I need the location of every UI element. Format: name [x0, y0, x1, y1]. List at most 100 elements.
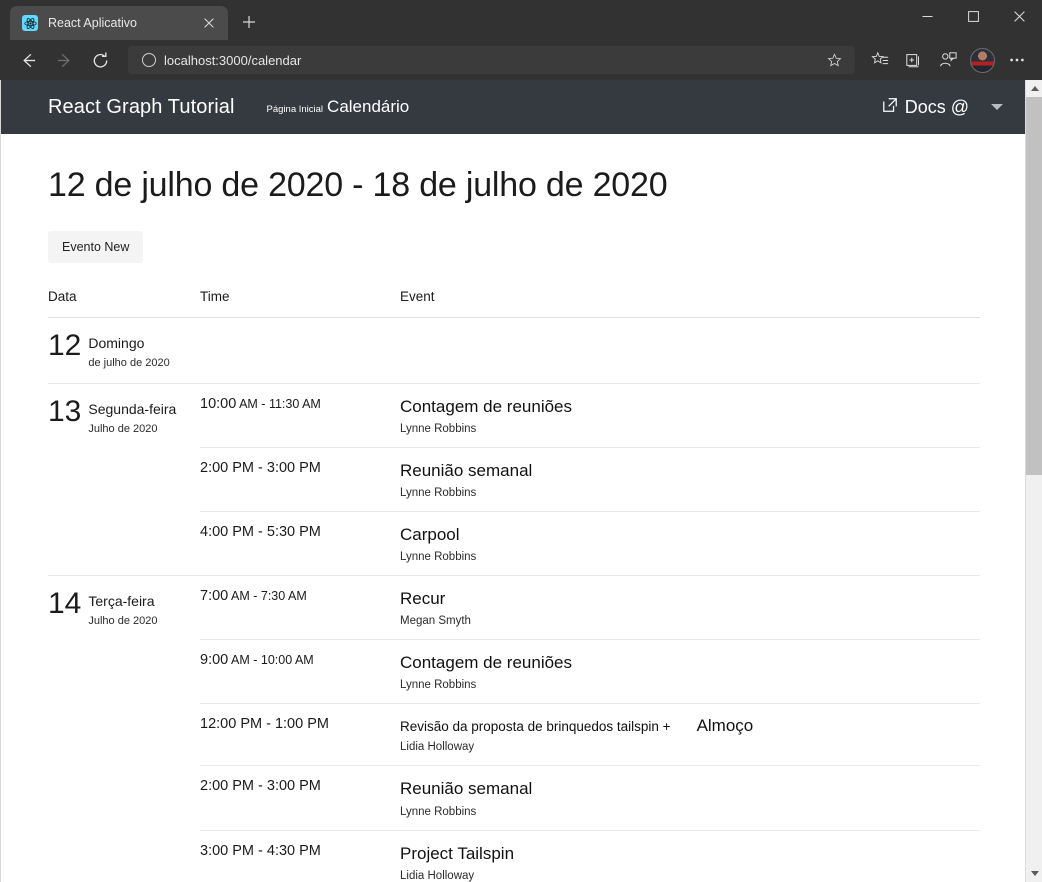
window-controls — [904, 0, 1042, 33]
event-time: 4:00 PM - 5:30 PM — [200, 524, 321, 541]
external-link-icon — [882, 97, 898, 118]
event-organizer: Lidia Holloway — [400, 741, 475, 754]
event-cell: Recur Megan Smyth — [400, 575, 980, 641]
event-organizer: Lynne Robbins — [400, 551, 477, 564]
app-navbar: React Graph Tutorial Página Inicial Cale… — [0, 80, 1025, 134]
url-text[interactable]: localhost:3000/calendar — [164, 53, 813, 68]
app-brand[interactable]: React Graph Tutorial — [48, 96, 235, 119]
collections-icon[interactable] — [897, 44, 931, 76]
page-title: 12 de julho de 2020 - 18 de julho de 202… — [48, 166, 668, 204]
forward-arrow-icon[interactable] — [46, 44, 82, 76]
time-cell: 2:00 PM - 3:00 PM — [200, 765, 400, 831]
event-cell: Project Tailspin Lidia Holloway — [400, 830, 980, 882]
time-cell: 12:00 PM - 1:00 PM — [200, 703, 400, 767]
date-cell: 13 Segunda-feira Julho de 2020 — [48, 383, 200, 577]
time-cell: 10:00 AM - 11:30 AM — [200, 383, 400, 449]
docs-label: Docs @ — [904, 96, 969, 117]
calendar-table: Data Time Event 12 Domingo de julho de 202… — [48, 289, 980, 882]
date-day-number: 12 — [48, 329, 82, 362]
event-cell: Reunião semanal Lynne Robbins — [400, 447, 980, 513]
date-cell: 14 Terça-feira Julho de 2020 — [48, 575, 200, 882]
close-icon[interactable] — [200, 14, 218, 32]
info-circle-icon[interactable] — [142, 53, 156, 67]
new-tab-button[interactable] — [234, 7, 264, 37]
time-cell: 7:00 AM - 7:30 AM — [200, 575, 400, 641]
time-cell: 9:00 AM - 10:00 AM — [200, 639, 400, 705]
date-weekday: Domingo — [88, 335, 145, 351]
event-subject: Reunião semanal — [400, 461, 533, 481]
tab-title: React Aplicativo — [48, 16, 137, 30]
maximize-button[interactable] — [950, 0, 996, 33]
date-month-year: Julho de 2020 — [88, 423, 158, 435]
time-cell: 4:00 PM - 5:30 PM — [200, 511, 400, 577]
app-nav-links: Página Inicial Calendário — [267, 97, 410, 117]
page-scrollbar[interactable] — [1025, 80, 1042, 882]
event-subject: Revisão da proposta de brinquedos tailsp… — [400, 719, 671, 735]
browser-window: React Aplicativo localhost:3000/calendar… — [0, 0, 1042, 882]
event-time: 2:00 PM - 3:00 PM — [200, 778, 321, 795]
event-cell — [400, 317, 980, 384]
browser-titlebar: React Aplicativo — [0, 0, 1042, 40]
nav-link-home[interactable]: Página Inicial — [267, 104, 324, 115]
event-subject: Recur — [400, 589, 446, 609]
table-body: 12 Domingo de julho de 2020 13 Segunda-feira… — [48, 317, 980, 882]
event-organizer: Megan Smyth — [400, 615, 471, 628]
event-organizer: Lynne Robbins — [400, 679, 477, 692]
star-add-icon[interactable] — [821, 47, 847, 73]
nav-link-calendar[interactable]: Calendário — [327, 97, 409, 117]
column-header-date: Data — [48, 289, 200, 318]
event-subject: Contagem de reuniões — [400, 397, 573, 416]
table-header: Data Time Event — [48, 289, 980, 318]
close-button[interactable] — [996, 0, 1042, 33]
date-month-year: Julho de 2020 — [88, 615, 158, 628]
event-cell: Revisão da proposta de brinquedos tailsp… — [400, 703, 980, 767]
event-time: 10:00 — [200, 396, 237, 412]
event-organizer: Lynne Robbins — [400, 487, 477, 500]
event-cell: Contagem de reuniões Lynne Robbins — [400, 639, 980, 705]
scrollbar-thumb[interactable] — [1026, 97, 1042, 475]
event-cell: Carpool Lynne Robbins — [400, 511, 980, 577]
back-arrow-icon[interactable] — [10, 44, 46, 76]
time-cell: 3:00 PM - 4:30 PM — [200, 830, 400, 882]
column-header-event: Event — [400, 289, 980, 318]
new-event-button[interactable]: Evento New — [48, 231, 144, 263]
ellipsis-icon[interactable] — [1000, 44, 1034, 76]
tab-strip: React Aplicativo — [0, 0, 264, 40]
date-weekday: Terça-feira — [88, 593, 155, 610]
event-time: 12:00 PM - 1:00 PM — [200, 716, 329, 733]
date-cell: 12 Domingo de julho de 2020 — [48, 317, 200, 384]
browser-navbar: localhost:3000/calendar — [0, 40, 1042, 80]
scroll-up-arrow-icon[interactable] — [1026, 80, 1042, 97]
docs-link[interactable]: Docs @ — [882, 97, 969, 118]
event-subject: Contagem de reuniões — [400, 653, 573, 673]
minimize-button[interactable] — [904, 0, 950, 33]
event-time: 2:00 PM - 3:00 PM — [200, 460, 321, 477]
event-time-suffix: AM - 10:00 AM — [228, 653, 314, 668]
event-time-suffix: AM - 11:30 AM — [236, 397, 321, 411]
event-time-suffix: AM - 7:30 AM — [228, 589, 307, 604]
reload-icon[interactable] — [82, 44, 118, 76]
time-cell: 2:00 PM - 3:00 PM — [200, 447, 400, 513]
event-subject: Reunião semanal — [400, 779, 533, 799]
web-page: React Graph Tutorial Página Inicial Cale… — [0, 80, 1025, 882]
profile-share-icon[interactable] — [931, 44, 965, 76]
date-month-year: de julho de 2020 — [88, 357, 170, 369]
favorites-list-icon[interactable] — [863, 44, 897, 76]
event-organizer: Lidia Holloway — [400, 869, 475, 882]
column-header-time: Time — [200, 289, 400, 318]
table-header-row: Data Time Event — [48, 289, 980, 318]
table-row[interactable]: 13 Segunda-feira Julho de 2020 10:00 AM - 1… — [48, 383, 980, 577]
user-avatar[interactable] — [970, 47, 995, 73]
scroll-down-arrow-icon[interactable] — [1026, 865, 1042, 882]
browser-tab[interactable]: React Aplicativo — [10, 6, 228, 40]
event-cell: Contagem de reuniões Lynne Robbins — [400, 383, 980, 449]
date-day-number: 13 — [48, 395, 82, 428]
address-bar[interactable]: localhost:3000/calendar — [128, 46, 855, 74]
chevron-down-icon[interactable] — [991, 104, 1003, 110]
table-row[interactable]: 12 Domingo de julho de 2020 — [48, 317, 980, 384]
viewport-left-border — [0, 80, 1, 882]
react-logo-icon — [22, 15, 38, 31]
date-weekday: Segunda-feira — [88, 401, 177, 417]
table-row[interactable]: 14 Terça-feira Julho de 2020 7:00 AM - 7:30… — [48, 575, 980, 882]
event-organizer: Lynne Robbins — [400, 423, 477, 436]
